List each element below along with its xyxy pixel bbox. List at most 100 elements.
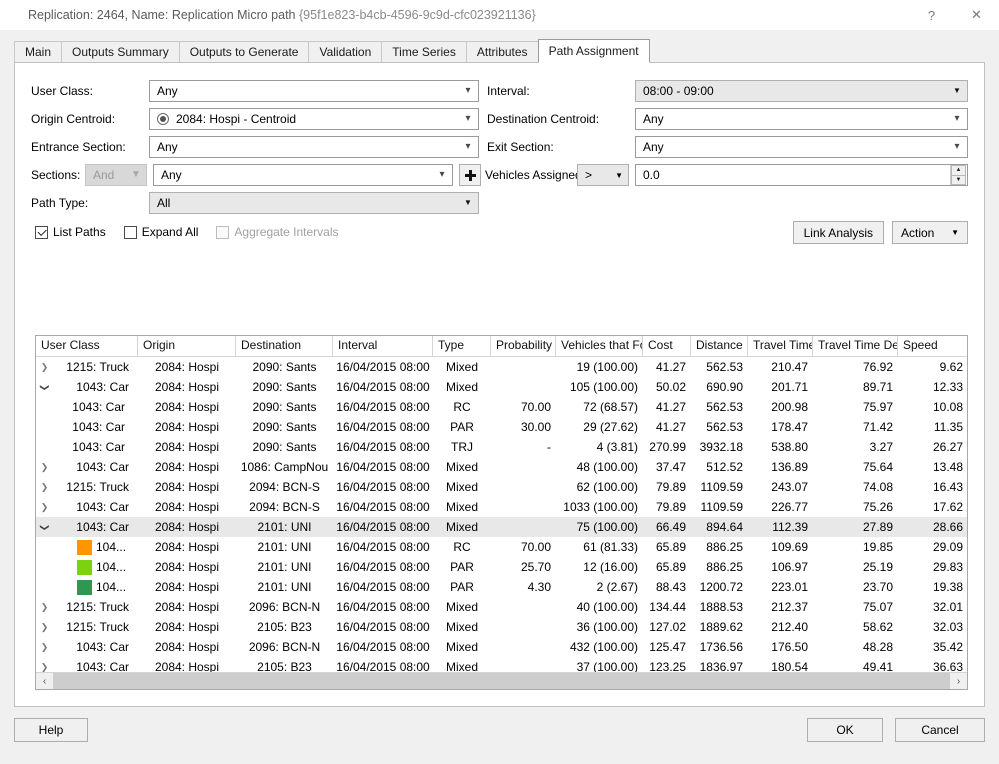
cell-text: 886.25 (706, 540, 743, 554)
cell-user_class: ❯ 1043: Car (36, 460, 138, 474)
table-row[interactable]: ❯ 1043: Car 2084: Hospi 2096: BCN-N 16/04/20… (36, 637, 967, 657)
table-row[interactable]: ❯ 1043: Car 2084: Hospi 1086: CampNou 16/04/… (36, 457, 967, 477)
path-type-select[interactable]: All ▼ (149, 192, 479, 214)
cell-origin: 2084: Hospi (138, 620, 236, 634)
column-header-interval[interactable]: Interval (333, 336, 433, 356)
cell-text: 2090: Sants (252, 420, 317, 434)
sections-select[interactable]: Any ▾ (153, 164, 453, 186)
tab-path-assignment[interactable]: Path Assignment (537, 39, 650, 63)
expand-all-checkbox[interactable]: Expand All (123, 225, 198, 239)
table-row[interactable]: ❯ 1215: Truck 2084: Hospi 2105: B23 16/04/20… (36, 617, 967, 637)
column-header-cost[interactable]: Cost (643, 336, 691, 356)
add-section-button[interactable] (459, 164, 481, 186)
scrollbar-thumb[interactable] (53, 673, 950, 689)
column-header-probability[interactable]: Probability (491, 336, 556, 356)
stepper-down-icon[interactable]: ▼ (951, 174, 966, 185)
table-row[interactable]: ❯ 1043: Car 2084: Hospi 2090: Sants 16/04/20… (36, 377, 967, 397)
tab-time-series[interactable]: Time Series (381, 41, 467, 62)
cell-interval: 16/04/2015 08:00 (333, 660, 433, 672)
exit-section-select[interactable]: Any ▾ (635, 136, 968, 158)
cell-text: 28.66 (932, 520, 963, 534)
cell-probability: 70.00 (491, 400, 556, 414)
table-row[interactable]: 104... 2084: Hospi 2101: UNI 16/04/2015 08:… (36, 537, 967, 557)
ok-button[interactable]: OK (807, 718, 883, 742)
tab-outputs-to-generate[interactable]: Outputs to Generate (178, 41, 310, 62)
help-button[interactable]: Help (14, 718, 88, 742)
expand-row-icon[interactable]: ❯ (38, 601, 51, 614)
column-header-type[interactable]: Type (433, 336, 491, 356)
expand-row-icon[interactable]: ❯ (38, 641, 51, 654)
column-header-speed[interactable]: Speed ⌃ (898, 336, 967, 356)
column-header-vehicles[interactable]: Vehicles that Fo (556, 336, 643, 356)
cell-user-class-text: 1043: Car (76, 640, 129, 654)
table-row[interactable]: ❯ 1043: Car 2084: Hospi 2094: BCN-S 16/04/20… (36, 497, 967, 517)
interval-select[interactable]: 08:00 - 09:00 ▼ (635, 80, 968, 102)
stepper-up-icon[interactable]: ▲ (951, 165, 966, 175)
column-header-label: Destination (241, 338, 302, 352)
table-row[interactable]: 1043: Car 2084: Hospi 2090: Sants 16/04/201… (36, 437, 967, 457)
action-button[interactable]: Action ▼ (892, 221, 968, 244)
scroll-left-icon[interactable]: ‹ (36, 673, 53, 689)
expand-row-icon[interactable]: ❯ (38, 661, 51, 673)
tab-validation[interactable]: Validation (308, 41, 383, 62)
cell-text: 1109.59 (700, 480, 744, 494)
expand-row-icon[interactable]: ❯ (38, 461, 51, 474)
collapse-row-icon[interactable]: ❯ (38, 521, 51, 534)
cancel-button[interactable]: Cancel (895, 718, 985, 742)
tab-main[interactable]: Main (14, 41, 63, 62)
sections-value: Any (161, 168, 182, 182)
scrollbar-track[interactable] (53, 673, 950, 689)
help-icon[interactable]: ? (909, 0, 954, 30)
table-row[interactable]: ❯ 1043: Car 2084: Hospi 2105: B23 16/04/2015… (36, 657, 967, 672)
user-class-select[interactable]: Any ▾ (149, 80, 479, 102)
table-row[interactable]: 104... 2084: Hospi 2101: UNI 16/04/2015 08:… (36, 557, 967, 577)
expand-row-icon[interactable]: ❯ (38, 361, 51, 374)
close-icon[interactable]: ✕ (954, 0, 999, 30)
horizontal-scrollbar[interactable]: ‹ › (36, 672, 967, 689)
entrance-section-select[interactable]: Any ▾ (149, 136, 479, 158)
column-header-user_class[interactable]: User Class (36, 336, 138, 356)
expand-row-icon[interactable]: ❯ (38, 481, 51, 494)
column-header-label: Type (438, 338, 465, 352)
cell-text: 562.53 (706, 420, 743, 434)
window-controls: ? ✕ (909, 0, 999, 30)
cell-text: 75.97 (862, 400, 893, 414)
list-paths-checkbox[interactable]: List Paths (35, 225, 106, 239)
link-analysis-button[interactable]: Link Analysis (792, 221, 884, 244)
column-header-distance[interactable]: Distance (691, 336, 748, 356)
cell-text: 11.35 (933, 420, 963, 434)
vehicles-assigned-input[interactable]: 0.0 ▲ ▼ (635, 164, 968, 186)
cell-distance: 562.53 (691, 360, 748, 374)
cell-text: 48 (100.00) (576, 460, 638, 474)
expand-row-icon[interactable]: ❯ (38, 501, 51, 514)
cell-text: 1736.56 (699, 640, 743, 654)
destination-centroid-select[interactable]: Any ▾ (635, 108, 968, 130)
cell-type: Mixed (433, 660, 491, 672)
tab-outputs-summary[interactable]: Outputs Summary (61, 41, 180, 62)
vehicles-assigned-operator-select[interactable]: > ▼ (577, 164, 629, 186)
table-row[interactable]: 104... 2084: Hospi 2101: UNI 16/04/2015 08:… (36, 577, 967, 597)
tab-attributes[interactable]: Attributes (465, 41, 539, 62)
origin-centroid-select[interactable]: 2084: Hospi - Centroid ▾ (149, 108, 479, 130)
scroll-right-icon[interactable]: › (950, 673, 967, 689)
cell-text: 16/04/2015 08:00 (336, 480, 430, 494)
path-assignment-table: User Class Origin Destination Interval Type P… (35, 335, 968, 690)
table-row[interactable]: 1043: Car 2084: Hospi 2090: Sants 16/04/201… (36, 417, 967, 437)
cell-text: Mixed (445, 460, 478, 474)
column-header-travel_time_dev[interactable]: Travel Time Devia (813, 336, 898, 356)
cell-distance: 512.52 (691, 460, 748, 474)
expand-row-icon[interactable]: ❯ (38, 621, 51, 634)
collapse-row-icon[interactable]: ❯ (38, 381, 51, 394)
column-header-origin[interactable]: Origin (138, 336, 236, 356)
table-row[interactable]: ❯ 1043: Car 2084: Hospi 2101: UNI 16/04/2015… (36, 517, 967, 537)
path-assignment-panel: User Class: Any ▾ Interval: 08:00 - 09:0… (14, 62, 985, 707)
table-row[interactable]: ❯ 1215: Truck 2084: Hospi 2094: BCN-S 16/04/… (36, 477, 967, 497)
vehicles-assigned-stepper[interactable]: ▲ ▼ (950, 165, 966, 185)
table-row[interactable]: 1043: Car 2084: Hospi 2090: Sants 16/04/201… (36, 397, 967, 417)
cell-origin: 2084: Hospi (138, 600, 236, 614)
cell-text: 1200.72 (699, 580, 743, 594)
column-header-destination[interactable]: Destination (236, 336, 333, 356)
table-row[interactable]: ❯ 1215: Truck 2084: Hospi 2096: BCN-N 16/04/… (36, 597, 967, 617)
column-header-travel_time[interactable]: Travel Time (748, 336, 813, 356)
table-row[interactable]: ❯ 1215: Truck 2084: Hospi 2090: Sants 16/04/… (36, 357, 967, 377)
